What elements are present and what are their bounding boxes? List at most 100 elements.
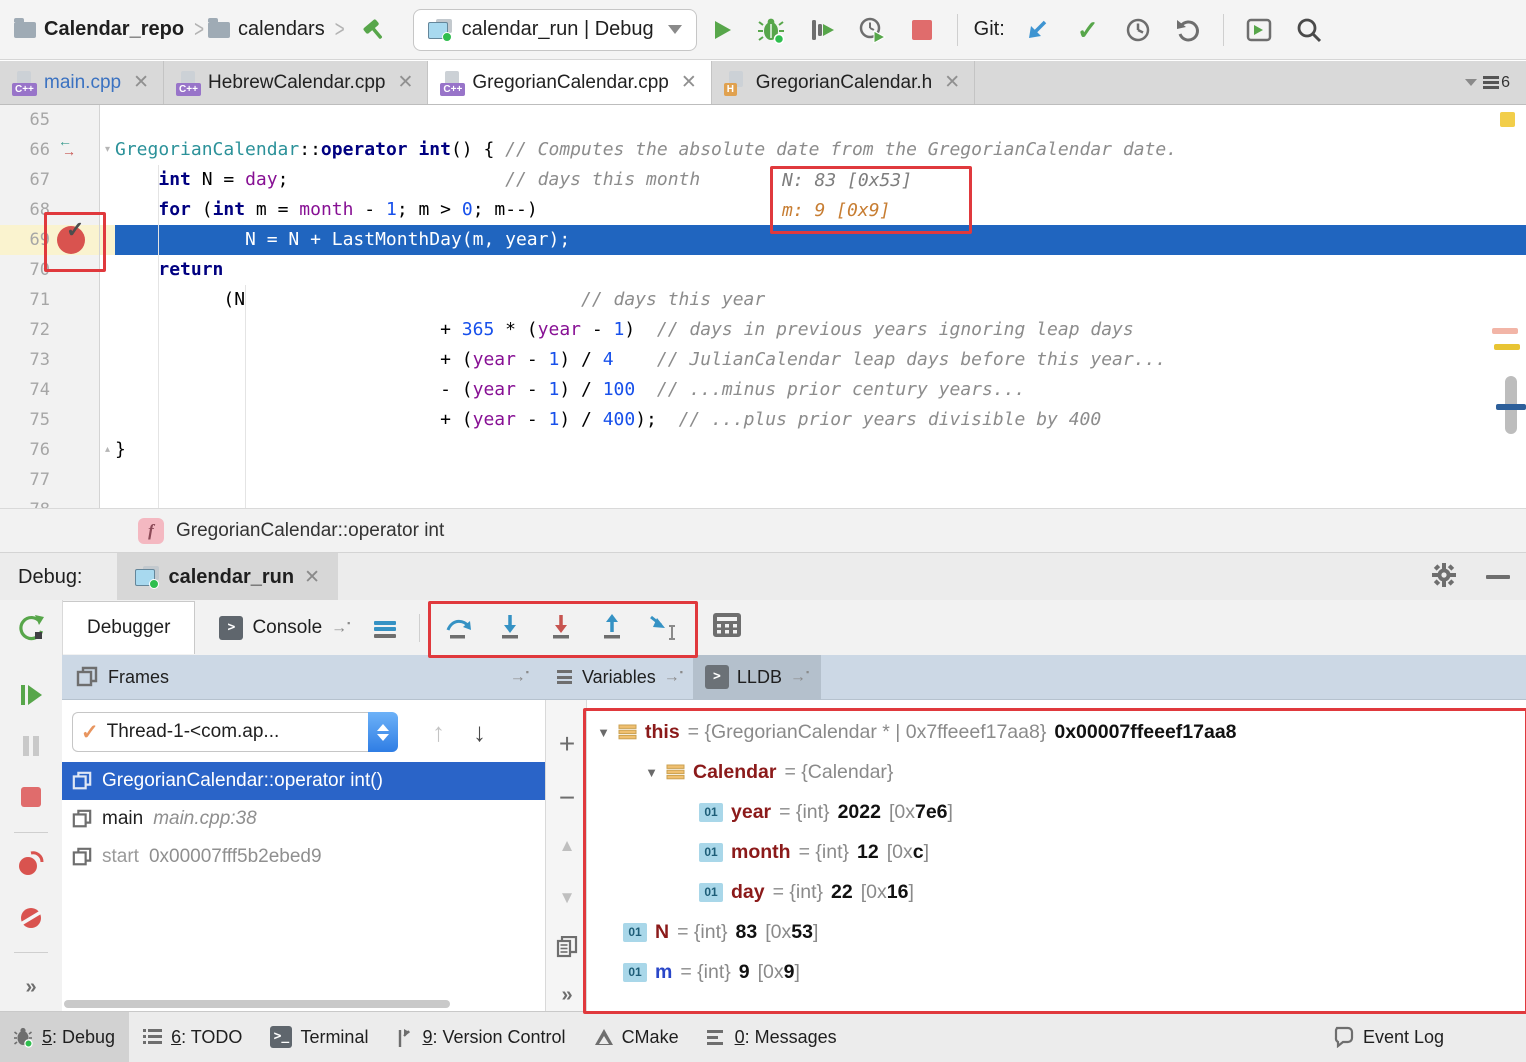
- force-step-into-button[interactable]: [546, 612, 576, 642]
- previous-frame-icon[interactable]: ↑: [432, 717, 445, 748]
- debug-button[interactable]: [757, 15, 787, 45]
- stop-button-debug[interactable]: [0, 786, 62, 808]
- statusbar-item[interactable]: 5: Debug: [0, 1012, 129, 1062]
- code-text[interactable]: (N // days this year: [115, 285, 1526, 315]
- gutter[interactable]: 67: [0, 165, 100, 195]
- breakpoint-icon[interactable]: ✓: [57, 225, 87, 255]
- variable-row[interactable]: ▼this= {GregorianCalendar * | 0x7ffeeef1…: [587, 712, 1526, 752]
- step-into-button[interactable]: [495, 612, 525, 642]
- build-hammer-icon[interactable]: [359, 15, 389, 45]
- gutter[interactable]: 68: [0, 195, 100, 225]
- mute-breakpoints-button[interactable]: [0, 904, 62, 932]
- gutter[interactable]: 72: [0, 315, 100, 345]
- breadcrumb-folder[interactable]: calendars: [238, 18, 325, 41]
- frame-row[interactable]: mainmain.cpp:38: [62, 800, 545, 838]
- inspection-status-square[interactable]: [1500, 112, 1515, 127]
- gutter[interactable]: 73: [0, 345, 100, 375]
- statusbar-item[interactable]: Event Log: [1319, 1012, 1458, 1062]
- expander-icon[interactable]: ▼: [597, 725, 610, 740]
- editor-tab[interactable]: C++GregorianCalendar.cpp✕: [428, 61, 711, 104]
- code-text[interactable]: - (year - 1) / 100 // ...minus prior cen…: [115, 375, 1526, 405]
- gutter[interactable]: 70: [0, 255, 100, 285]
- tab-lldb[interactable]: > LLDB →▪: [693, 655, 821, 700]
- tab-dropdown-icon[interactable]: [1465, 79, 1477, 86]
- variable-row[interactable]: 01day= {int}22[0x16]: [587, 872, 1526, 912]
- move-up-icon[interactable]: ▲: [546, 836, 588, 856]
- rollback-icon[interactable]: [1173, 15, 1203, 45]
- variable-row[interactable]: ▼Calendar= {Calendar}: [587, 752, 1526, 792]
- run-with-profiler-icon[interactable]: [857, 15, 887, 45]
- code-editor[interactable]: 6566←→▾GregorianCalendar::operator int()…: [0, 105, 1526, 508]
- code-text[interactable]: + (year - 1) / 4 // JulianCalendar leap …: [115, 345, 1526, 375]
- breadcrumb-project[interactable]: Calendar_repo: [44, 18, 184, 41]
- editor-tab[interactable]: HGregorianCalendar.h✕: [712, 61, 975, 104]
- next-frame-icon[interactable]: ↓: [473, 717, 486, 748]
- fold-marker[interactable]: ▴: [100, 435, 115, 465]
- remove-watch-button[interactable]: −: [546, 782, 588, 814]
- navigate-arrows-icon[interactable]: ←→: [58, 135, 88, 165]
- attach-to-process-icon[interactable]: [807, 15, 837, 45]
- code-text[interactable]: return: [115, 255, 1526, 285]
- history-icon[interactable]: [1123, 15, 1153, 45]
- expander-icon[interactable]: ▼: [645, 765, 658, 780]
- thread-spinner[interactable]: [368, 712, 398, 752]
- step-out-button[interactable]: [597, 612, 627, 642]
- tab-console[interactable]: > Console →▪: [195, 601, 374, 654]
- code-text[interactable]: GregorianCalendar::operator int() { // C…: [115, 135, 1526, 165]
- gutter[interactable]: 77: [0, 465, 100, 495]
- gutter[interactable]: 66←→: [0, 135, 100, 165]
- duplicate-icon[interactable]: [546, 936, 588, 958]
- editor-tab[interactable]: C++HebrewCalendar.cpp✕: [164, 61, 428, 104]
- hide-toolwindow-icon[interactable]: [1486, 575, 1510, 579]
- close-icon[interactable]: ✕: [304, 566, 320, 589]
- variable-row[interactable]: 01m= {int}9[0x9]: [587, 952, 1526, 992]
- more-actions-button[interactable]: »: [546, 984, 588, 1007]
- run-to-cursor-button[interactable]: [648, 612, 678, 642]
- editor-tab[interactable]: C++main.cpp✕: [0, 61, 164, 104]
- code-text[interactable]: N = N + LastMonthDay(m, year);: [115, 225, 1526, 255]
- statusbar-item[interactable]: 0: Messages: [693, 1012, 851, 1062]
- settings-gear-icon[interactable]: [1430, 561, 1458, 594]
- variable-row[interactable]: 01year= {int}2022[0x7e6]: [587, 792, 1526, 832]
- run-configuration-select[interactable]: calendar_run | Debug: [413, 9, 697, 51]
- resume-button[interactable]: [0, 682, 62, 708]
- move-down-icon[interactable]: ▼: [546, 888, 588, 908]
- fold-marker[interactable]: ▾: [100, 135, 115, 165]
- close-icon[interactable]: ✕: [133, 71, 149, 94]
- run-button[interactable]: [707, 15, 737, 45]
- gutter[interactable]: 71: [0, 285, 100, 315]
- gutter[interactable]: 65: [0, 105, 100, 135]
- commit-icon[interactable]: ✓: [1073, 15, 1103, 45]
- pin-icon[interactable]: →▪: [664, 667, 683, 686]
- tab-debugger[interactable]: Debugger: [62, 601, 195, 654]
- step-over-button[interactable]: [444, 612, 474, 642]
- code-text[interactable]: [115, 105, 1526, 135]
- pin-icon[interactable]: →▪: [510, 667, 529, 686]
- gutter[interactable]: 78: [0, 495, 100, 508]
- rerun-button[interactable]: [0, 612, 62, 644]
- search-everywhere-icon[interactable]: [1294, 15, 1324, 45]
- variable-row[interactable]: 01month= {int}12[0xc]: [587, 832, 1526, 872]
- stop-button[interactable]: [907, 15, 937, 45]
- frame-row[interactable]: GregorianCalendar::operator int(): [62, 762, 545, 800]
- add-watch-button[interactable]: +: [546, 728, 588, 760]
- gutter[interactable]: 74: [0, 375, 100, 405]
- variable-row[interactable]: 01N= {int}83[0x53]: [587, 912, 1526, 952]
- thread-selector[interactable]: ✓ Thread-1-<com.ap...: [72, 712, 368, 752]
- statusbar-item[interactable]: 9: Version Control: [382, 1012, 579, 1062]
- evaluate-expression-icon[interactable]: [712, 612, 742, 643]
- code-text[interactable]: [115, 465, 1526, 495]
- close-icon[interactable]: ✕: [681, 71, 697, 94]
- code-text[interactable]: + 365 * (year - 1) // days in previous y…: [115, 315, 1526, 345]
- statusbar-item[interactable]: CMake: [580, 1012, 693, 1062]
- layout-options-icon[interactable]: [374, 618, 396, 640]
- statusbar-item[interactable]: 6: TODO: [129, 1012, 256, 1062]
- update-project-icon[interactable]: [1023, 15, 1053, 45]
- code-text[interactable]: }: [115, 435, 1526, 465]
- hidden-tabs-button[interactable]: 6: [1483, 74, 1510, 92]
- statusbar-item[interactable]: >_Terminal: [256, 1012, 382, 1062]
- code-text[interactable]: + (year - 1) / 400); // ...plus prior ye…: [115, 405, 1526, 435]
- gutter[interactable]: 69✓: [0, 225, 100, 255]
- debug-session-tab[interactable]: calendar_run ✕: [117, 553, 339, 601]
- code-text[interactable]: [115, 495, 1526, 508]
